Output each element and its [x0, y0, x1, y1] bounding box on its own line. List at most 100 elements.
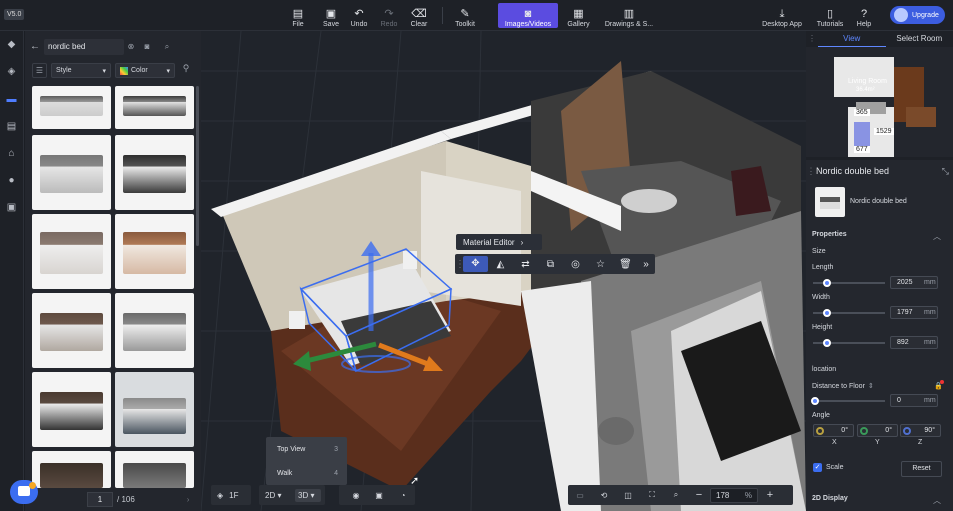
view-menu-item[interactable]: Top View 3: [266, 437, 347, 461]
delete-icon[interactable]: 🗑: [613, 259, 638, 270]
undo-button[interactable]: ↶ Undo: [349, 3, 369, 28]
nav-cabinet-icon[interactable]: ▤: [4, 121, 19, 134]
product-card[interactable]: [115, 135, 194, 210]
zoom-in-icon[interactable]: +: [758, 489, 782, 501]
toolkit-button[interactable]: ✎ Toolkit: [451, 3, 479, 28]
camera-settings-icon[interactable]: ◫: [616, 491, 640, 500]
nav-house-icon[interactable]: ⌂: [4, 148, 19, 161]
duplicate-icon[interactable]: ⧉: [538, 259, 563, 270]
product-card[interactable]: [115, 214, 194, 289]
slider-knob[interactable]: [823, 309, 831, 317]
desktop-app-button[interactable]: ⤓ Desktop App: [760, 3, 804, 28]
tab-view[interactable]: View: [818, 31, 886, 47]
product-card[interactable]: [32, 372, 111, 447]
product-card[interactable]: [32, 135, 111, 210]
display-tools: ◉ ▣ ◔: [339, 485, 415, 505]
catalog-scrollbar[interactable]: [196, 86, 199, 246]
nav-user-icon[interactable]: ●: [4, 175, 19, 188]
product-card[interactable]: [115, 451, 194, 488]
length-slider[interactable]: [813, 279, 885, 287]
slider-knob[interactable]: [823, 279, 831, 287]
mode-3d-button[interactable]: 3D ▾: [295, 488, 321, 502]
slider-knob[interactable]: [811, 397, 819, 405]
product-card[interactable]: [32, 214, 111, 289]
clear-search-icon[interactable]: ⊗: [124, 42, 138, 51]
minimap-plan: [834, 57, 936, 157]
download-icon: ⤓: [779, 8, 785, 20]
replace-icon[interactable]: ⇄: [513, 259, 538, 270]
chevron-up-icon[interactable]: ︿: [933, 231, 941, 242]
fit-view-icon[interactable]: ⛶: [640, 490, 664, 500]
color-filter[interactable]: Color ▾: [115, 63, 175, 78]
floorplan-minimap[interactable]: Living Room 36.4m² 365 1529 677: [806, 47, 953, 157]
help-button[interactable]: ? Help: [855, 3, 873, 28]
product-card[interactable]: [32, 451, 111, 488]
product-card[interactable]: [32, 293, 111, 368]
filter-icon[interactable]: ⚲: [179, 63, 193, 79]
switch-icon[interactable]: ⇕: [868, 383, 874, 390]
product-card[interactable]: [115, 86, 194, 129]
grid-view-icon[interactable]: ☰: [32, 63, 47, 78]
favorite-star-icon[interactable]: ☆: [588, 259, 613, 270]
chevron-up-icon[interactable]: ︿: [933, 495, 941, 506]
axis-x-label: X: [832, 439, 837, 446]
nav-build-icon[interactable]: ◆: [4, 39, 19, 52]
width-slider[interactable]: [813, 309, 885, 317]
view-mode-switch: 2D ▾ 3D ▾: [259, 485, 325, 505]
floor-selector[interactable]: ◈ 1F: [211, 485, 251, 505]
camera-rotate-icon[interactable]: ⟲: [592, 491, 616, 500]
style-filter[interactable]: Style ▾: [51, 63, 111, 78]
avatar[interactable]: [894, 8, 908, 22]
back-arrow-icon[interactable]: ←: [26, 41, 44, 52]
screenshot-icon[interactable]: ▭: [568, 491, 592, 500]
drawings-button[interactable]: ▥ Drawings & S...: [602, 3, 656, 28]
toolbar-divider: [442, 7, 443, 24]
more-icon[interactable]: »: [638, 259, 654, 270]
zoom-out-icon[interactable]: −: [688, 489, 710, 501]
cube-icon[interactable]: ▣: [367, 491, 391, 500]
drag-handle-icon[interactable]: ⋮: [806, 31, 818, 47]
view-menu-item[interactable]: Walk 4: [266, 461, 347, 485]
hide-icon[interactable]: ◎: [563, 259, 588, 270]
drag-handle-icon[interactable]: ⋮: [806, 166, 816, 177]
scale-checkbox[interactable]: ✓: [813, 463, 822, 472]
zoom-area-icon[interactable]: ⌕: [664, 490, 688, 500]
product-card[interactable]: [32, 86, 111, 129]
move-gizmo-icon[interactable]: ✥: [463, 256, 488, 272]
mirror-icon[interactable]: ◭: [488, 259, 513, 270]
next-page-icon[interactable]: ›: [187, 495, 190, 504]
images-videos-button[interactable]: ◙ Images/Videos: [498, 3, 558, 28]
reset-button[interactable]: Reset: [901, 461, 942, 477]
page-input[interactable]: 1: [87, 492, 113, 507]
product-card[interactable]: [115, 372, 194, 447]
zoom-input[interactable]: 178%: [710, 487, 758, 503]
distance-slider[interactable]: [811, 397, 885, 405]
nav-furniture-icon[interactable]: ▬: [4, 94, 19, 107]
product-card[interactable]: [115, 293, 194, 368]
camera-icon: ◙: [524, 8, 532, 20]
gallery-button[interactable]: ▦ Gallery: [566, 3, 591, 28]
height-slider[interactable]: [813, 339, 885, 347]
clear-button[interactable]: ⌫ Clear: [409, 3, 429, 28]
upgrade-button[interactable]: Upgrade: [890, 6, 945, 24]
search-input[interactable]: nordic bed: [44, 38, 124, 55]
chat-support-button[interactable]: [10, 480, 38, 504]
collapse-icon[interactable]: ⤡: [942, 166, 949, 177]
mode-2d-button[interactable]: 2D ▾: [265, 491, 287, 500]
tutorials-button[interactable]: ▯ Tutorials: [815, 3, 845, 28]
tab-select-room[interactable]: Select Room: [886, 31, 953, 47]
redo-button[interactable]: ↷ Redo: [379, 3, 399, 28]
material-editor-button[interactable]: Material Editor ›: [456, 234, 542, 250]
slider-knob[interactable]: [823, 339, 831, 347]
gauge-icon[interactable]: ◔: [391, 491, 415, 500]
bed-icon: [820, 197, 840, 209]
unit-label: mm: [924, 339, 936, 346]
drag-handle-icon[interactable]: ⋮: [455, 259, 465, 270]
nav-inbox-icon[interactable]: ▣: [4, 202, 19, 215]
save-button[interactable]: ▣ Save: [321, 3, 341, 28]
camera-search-icon[interactable]: ◙: [138, 42, 156, 51]
file-button[interactable]: ▤ File: [289, 3, 307, 28]
eye-icon[interactable]: ◉: [345, 491, 367, 500]
search-icon[interactable]: ⌕: [156, 42, 178, 52]
nav-layers-icon[interactable]: ◈: [4, 66, 19, 79]
